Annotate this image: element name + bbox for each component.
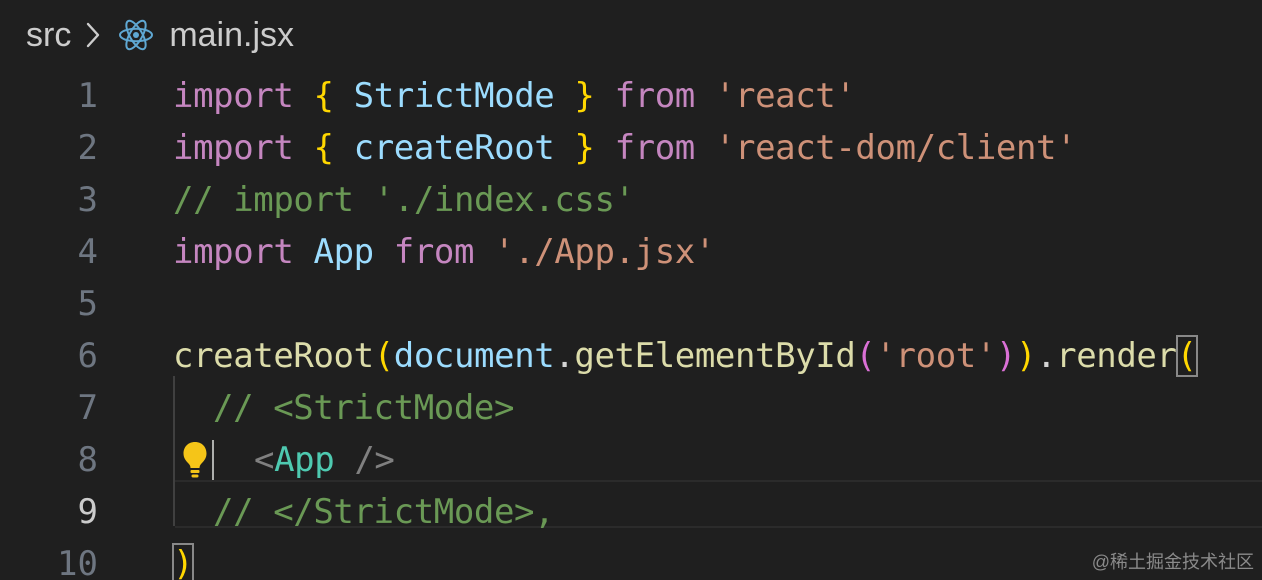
code-token: 'react-dom/client' bbox=[714, 128, 1077, 168]
code-token: import bbox=[173, 232, 294, 272]
code-token: ) bbox=[995, 336, 1016, 376]
code-token: 'react' bbox=[714, 76, 856, 116]
breadcrumb-file-label: main.jsx bbox=[169, 15, 295, 54]
code-line[interactable]: 7 // <StrictMode> bbox=[0, 382, 1262, 434]
breadcrumb-folder[interactable]: src bbox=[26, 16, 71, 55]
code-text: import { StrictMode } from 'react' bbox=[173, 70, 856, 122]
watermark: @稀土掘金技术社区 bbox=[1091, 552, 1254, 572]
code-token: // <StrictMode> bbox=[213, 388, 515, 428]
code-token: // import './index.css' bbox=[173, 180, 635, 220]
code-token: } bbox=[574, 128, 595, 168]
code-token: { bbox=[313, 76, 334, 116]
code-token: from bbox=[614, 76, 696, 116]
code-text: createRoot(document.getElementById('root… bbox=[173, 330, 1198, 382]
code-token: createRoot bbox=[173, 336, 374, 376]
line-number: 1 bbox=[77, 76, 98, 116]
line-number: 4 bbox=[77, 232, 98, 272]
code-token: { bbox=[313, 128, 334, 168]
line-number: 2 bbox=[77, 128, 98, 168]
code-text: // </StrictMode>, bbox=[213, 486, 555, 538]
code-token: } bbox=[574, 76, 595, 116]
code-line[interactable]: 2 import { createRoot } from 'react-dom/c… bbox=[0, 122, 1262, 174]
react-icon bbox=[117, 17, 155, 53]
code-text: ) bbox=[171, 538, 195, 580]
code-token: createRoot bbox=[333, 128, 575, 168]
code-token: . bbox=[1036, 336, 1057, 376]
code-token: from bbox=[614, 128, 696, 168]
code-editor[interactable]: 1 import { StrictMode } from 'react' 2 impo… bbox=[0, 70, 1262, 580]
line-number: 6 bbox=[77, 336, 98, 376]
code-token: < bbox=[254, 440, 275, 480]
line-number: 10 bbox=[57, 544, 98, 580]
code-token: render bbox=[1056, 336, 1177, 376]
matched-bracket: ( bbox=[1175, 335, 1198, 377]
line-number: 9 bbox=[77, 492, 98, 532]
code-text: <App /> bbox=[254, 434, 395, 486]
code-line[interactable]: 4 import App from './App.jsx' bbox=[0, 226, 1262, 278]
code-text: import App from './App.jsx' bbox=[173, 226, 715, 278]
code-token: document bbox=[393, 336, 555, 376]
code-token: getElementById bbox=[574, 336, 856, 376]
code-text: // import './index.css' bbox=[173, 174, 635, 226]
code-token: './App.jsx' bbox=[494, 232, 715, 272]
code-token: App bbox=[274, 440, 335, 480]
gutter-marker bbox=[212, 440, 214, 480]
code-token: ) bbox=[1015, 336, 1037, 376]
code-line[interactable]: 3 // import './index.css' bbox=[0, 174, 1262, 226]
line-number: 7 bbox=[77, 388, 98, 428]
code-token: import bbox=[173, 76, 294, 116]
code-text: // <StrictMode> bbox=[213, 382, 514, 434]
code-token: ( bbox=[373, 336, 394, 376]
code-line[interactable]: 9 // </StrictMode>, bbox=[0, 486, 1262, 538]
code-line[interactable]: 1 import { StrictMode } from 'react' bbox=[0, 70, 1262, 122]
breadcrumb: src main.jsx bbox=[0, 0, 1262, 70]
code-token: App bbox=[313, 232, 375, 272]
code-token: from bbox=[393, 232, 475, 272]
line-number: 3 bbox=[77, 180, 98, 220]
code-token: ( bbox=[855, 336, 876, 376]
code-token: 'root' bbox=[875, 336, 996, 376]
code-line[interactable]: 6 createRoot(document.getElementById('roo… bbox=[0, 330, 1262, 382]
code-token: . bbox=[554, 336, 575, 376]
code-text: import { createRoot } from 'react-dom/cl… bbox=[173, 122, 1077, 174]
line-number: 8 bbox=[77, 440, 98, 480]
code-token: // </StrictMode>, bbox=[213, 492, 555, 532]
code-line[interactable]: 10) bbox=[0, 538, 1262, 580]
matched-bracket: ) bbox=[171, 543, 195, 580]
code-token: StrictMode bbox=[333, 76, 575, 116]
code-line[interactable]: 5 bbox=[0, 278, 1262, 330]
breadcrumb-file[interactable]: main.jsx bbox=[117, 16, 294, 55]
chevron-right-icon bbox=[83, 20, 103, 50]
code-line[interactable]: 8 <App /> bbox=[0, 434, 1262, 486]
lightbulb-icon[interactable] bbox=[180, 434, 210, 486]
code-token: import bbox=[173, 128, 294, 168]
line-number: 5 bbox=[77, 284, 98, 324]
code-token: /> bbox=[334, 440, 395, 480]
